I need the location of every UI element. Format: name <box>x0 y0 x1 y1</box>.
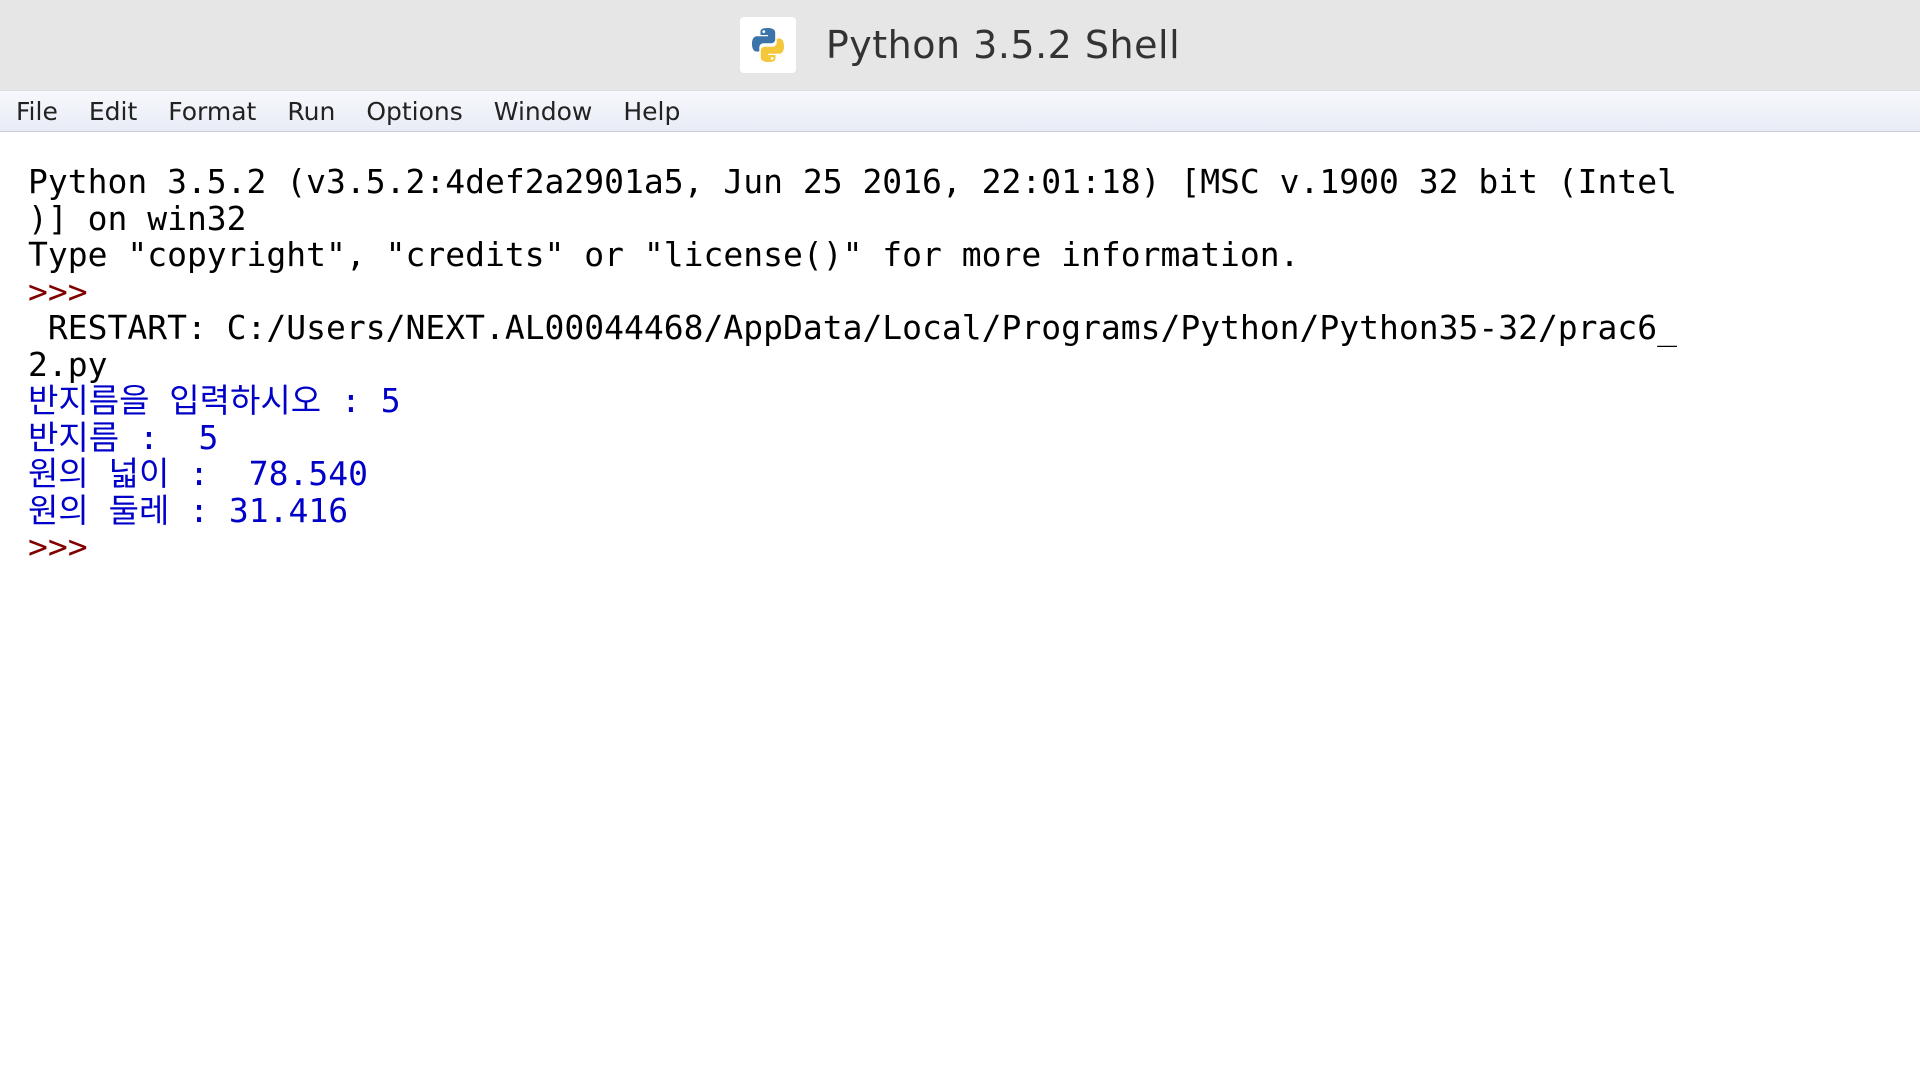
menu-format[interactable]: Format <box>158 94 266 129</box>
menu-help[interactable]: Help <box>613 94 690 129</box>
banner-line: Type "copyright", "credits" or "license(… <box>28 235 1300 274</box>
restart-line: RESTART: C:/Users/NEXT.AL00044468/AppDat… <box>28 308 1678 347</box>
restart-line: 2.py <box>28 344 108 384</box>
menu-options[interactable]: Options <box>356 94 472 129</box>
banner-line: )] on win32 <box>28 198 247 238</box>
output-line: 원의 넓이 : 78.540 <box>28 454 368 493</box>
output-line: 반지름을 입력하시오 : 5 <box>28 381 401 420</box>
shell-prompt: >>> <box>28 271 108 311</box>
output-line: 원의 둘레 : 31.416 <box>28 490 349 530</box>
menu-file[interactable]: File <box>6 94 68 129</box>
output-line: 반지름 : 5 <box>28 417 219 457</box>
menu-edit[interactable]: Edit <box>79 94 147 129</box>
menu-window[interactable]: Window <box>484 94 603 129</box>
shell-prompt[interactable]: >>> <box>28 528 1920 566</box>
menu-bar: File Edit Format Run Options Window Help <box>0 90 1920 132</box>
window-title: Python 3.5.2 Shell <box>825 23 1181 67</box>
python-icon <box>739 17 796 73</box>
shell-text-area[interactable]: Python 3.5.2 (v3.5.2:4def2a2901a5, Jun 2… <box>0 134 1920 1080</box>
title-bar[interactable]: Python 3.5.2 Shell <box>0 0 1920 90</box>
banner-line: Python 3.5.2 (v3.5.2:4def2a2901a5, Jun 2… <box>28 162 1678 201</box>
idle-shell-window: Python 3.5.2 Shell File Edit Format Run … <box>0 0 1920 1080</box>
menu-run[interactable]: Run <box>277 94 345 129</box>
